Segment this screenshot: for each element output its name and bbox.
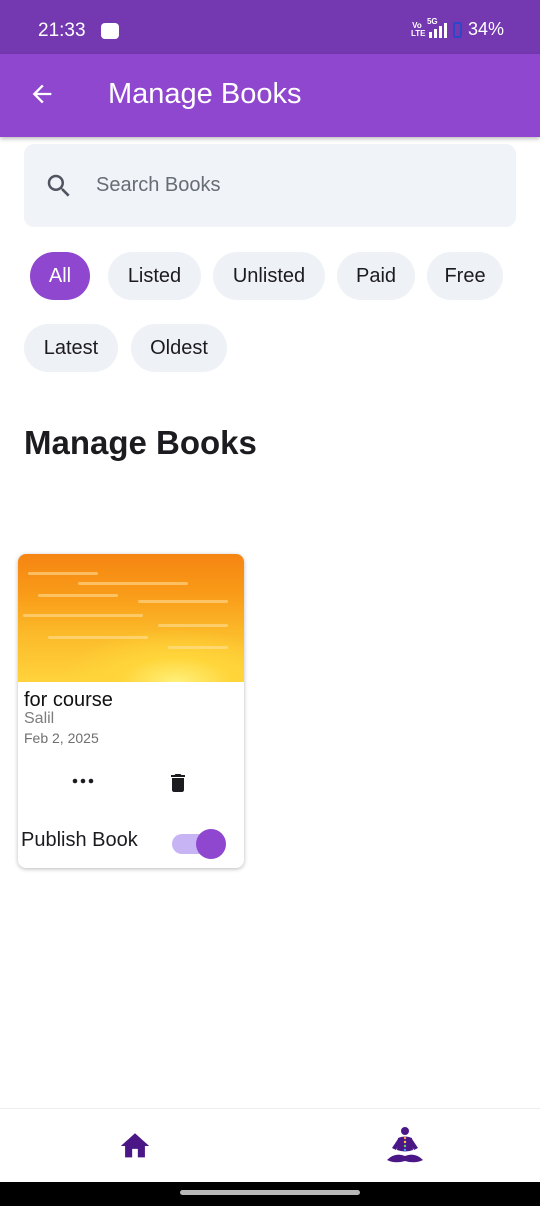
book-author: Salil: [24, 710, 55, 727]
more-options-button[interactable]: [68, 766, 98, 796]
search-bar[interactable]: [24, 144, 516, 227]
arrow-back-icon: [32, 84, 52, 104]
back-button[interactable]: [24, 76, 60, 112]
home-icon: [120, 1133, 150, 1158]
delete-icon: [171, 774, 185, 792]
filter-chip-latest[interactable]: Latest: [24, 324, 118, 372]
publish-label: Publish Book: [21, 829, 138, 851]
nav-meditation-button[interactable]: [382, 1123, 428, 1169]
gesture-handle[interactable]: [180, 1190, 360, 1195]
meditation-icon: [387, 1127, 423, 1163]
bottom-navigation: [0, 1108, 540, 1182]
toggle-thumb: [196, 829, 226, 859]
filter-chip-unlisted[interactable]: Unlisted: [213, 252, 325, 300]
filter-chip-free[interactable]: Free: [427, 252, 503, 300]
battery-icon: [452, 21, 462, 38]
book-cover-image: [18, 554, 244, 682]
book-date: Feb 2, 2025: [24, 730, 99, 746]
publish-toggle[interactable]: [172, 827, 228, 861]
battery-percent: 34%: [467, 19, 504, 39]
more-horizontal-icon: [72, 778, 94, 784]
notification-app-icon: [101, 23, 119, 39]
status-bar: 21:33 Vo LTE 5G 34%: [0, 0, 540, 54]
signal-icon: 5G: [427, 17, 447, 38]
section-title: Manage Books: [24, 424, 257, 461]
filter-chip-all[interactable]: All: [30, 252, 90, 300]
delete-button[interactable]: [164, 768, 192, 798]
volte-icon: Vo LTE: [410, 20, 426, 38]
book-card[interactable]: for course Salil Feb 2, 2025 Publish Boo…: [18, 554, 244, 868]
app-bar: Manage Books: [0, 54, 540, 137]
system-gesture-bar: [0, 1182, 540, 1206]
status-indicators: Vo LTE 5G 34%: [410, 17, 504, 40]
nav-home-button[interactable]: [116, 1127, 154, 1165]
filter-chip-oldest[interactable]: Oldest: [131, 324, 227, 372]
filter-chip-paid[interactable]: Paid: [337, 252, 415, 300]
search-input[interactable]: [96, 166, 496, 204]
book-title: for course: [24, 689, 113, 711]
status-time: 21:33: [38, 20, 86, 41]
search-icon: [47, 174, 70, 197]
page-title: Manage Books: [108, 78, 302, 110]
filter-chip-listed[interactable]: Listed: [108, 252, 201, 300]
